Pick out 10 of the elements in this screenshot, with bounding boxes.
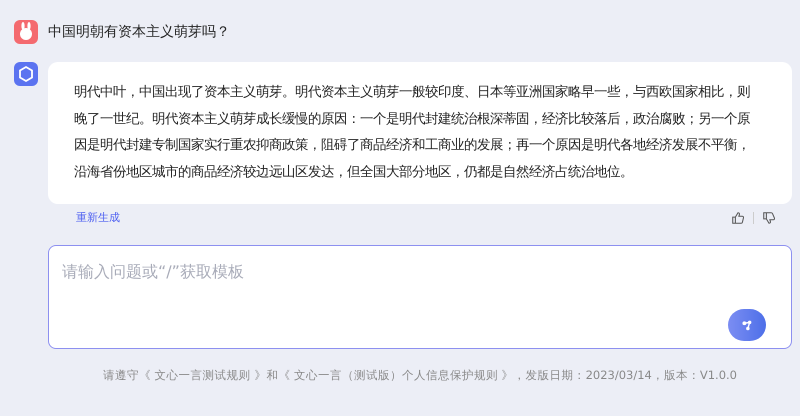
footer-text: 请遵守《 文心一言测试规则 》和《 文心一言（测试版）个人信息保护规则 》，发版日期：2023/03/14，版本：V1.0.0 xyxy=(102,368,738,383)
send-icon xyxy=(740,318,754,332)
answer-text: 明代中叶，中国出现了资本主义萌芽。明代资本主义萌芽一般较印度、日本等亚洲国家略早一些，与西欧国家相比，则晚了一世纪。明代资本主义萌芽成长缓慢的原因：一个是明代封建统治根深蒂固，经济比较落后，政治腐败；另一个原因是明代封建专制国家实行重农抑商政策，阻碍了商品经济和工商业的发展；再一个原因是明代各地经济发展不平衡，沿海省份地区城市的商品经济较边远山区发达，但全国大部分地区，仍都是自然经济占统治地位。 xyxy=(74,84,751,182)
user-avatar-icon xyxy=(14,20,38,44)
regenerate-link[interactable]: 重新生成 xyxy=(76,210,120,225)
thumbs-down-icon[interactable] xyxy=(762,210,776,224)
question-text: 中国明朝有资本主义萌芽吗？ xyxy=(48,23,230,41)
thumbs-up-icon[interactable] xyxy=(731,210,745,224)
question-input[interactable]: 请输入问题或“/”获取模板 xyxy=(48,245,792,349)
assistant-avatar-icon xyxy=(14,62,38,86)
